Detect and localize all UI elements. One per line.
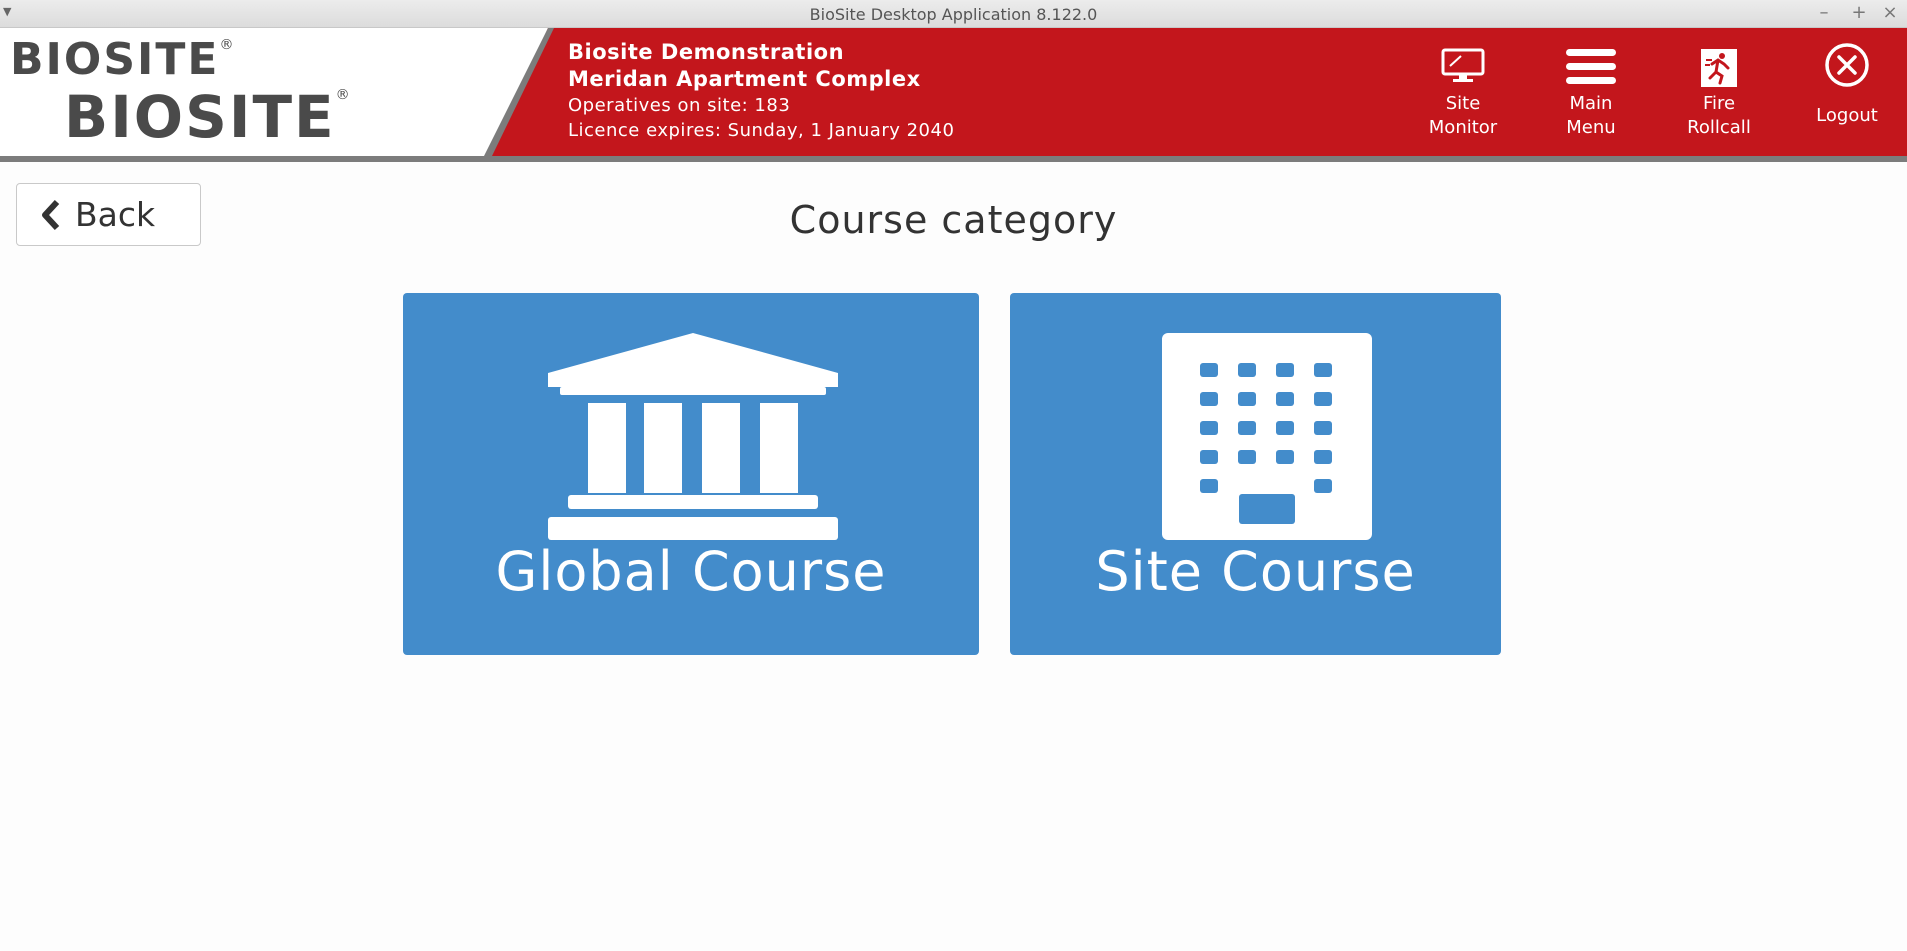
licence-expiry: Licence expires: Sunday, 1 January 2040 bbox=[568, 120, 955, 141]
site-course-tile[interactable]: Site Course bbox=[1010, 293, 1501, 655]
site-name: Meridan Apartment Complex bbox=[568, 67, 921, 91]
institution-icon bbox=[548, 333, 838, 540]
site-monitor-button[interactable]: Site Monitor bbox=[1408, 28, 1518, 156]
biosite-logo-small: BIOSITE® bbox=[10, 34, 234, 85]
global-course-tile[interactable]: Global Course bbox=[403, 293, 979, 655]
logo-panel: BIOSITE® BIOSITE® bbox=[0, 28, 548, 156]
minimize-button[interactable]: – bbox=[1813, 2, 1835, 23]
header-divider bbox=[484, 28, 554, 156]
building-icon bbox=[1162, 333, 1372, 540]
window-title: BioSite Desktop Application 8.122.0 bbox=[809, 5, 1098, 24]
global-course-label: Global Course bbox=[495, 540, 887, 603]
main-menu-button[interactable]: Main Menu bbox=[1536, 28, 1646, 156]
app-header: BIOSITE® BIOSITE® Biosite Demonstration … bbox=[0, 28, 1907, 162]
fire-rollcall-button[interactable]: Fire Rollcall bbox=[1664, 28, 1774, 156]
monitor-icon bbox=[1441, 48, 1485, 82]
operatives-count: Operatives on site: 183 bbox=[568, 95, 791, 116]
biosite-logo-large: BIOSITE® bbox=[64, 83, 350, 151]
hamburger-menu-icon bbox=[1566, 49, 1616, 84]
page-title: Course category bbox=[789, 198, 1118, 242]
close-window-button[interactable]: × bbox=[1879, 2, 1901, 23]
fire-exit-icon bbox=[1701, 49, 1737, 87]
window-title-bar: ▼ BioSite Desktop Application 8.122.0 – … bbox=[0, 0, 1907, 28]
close-circle-icon bbox=[1825, 43, 1869, 87]
maximize-button[interactable]: + bbox=[1848, 2, 1870, 23]
company-name: Biosite Demonstration bbox=[568, 40, 845, 64]
logout-button[interactable]: Logout bbox=[1792, 28, 1902, 156]
site-course-label: Site Course bbox=[1095, 540, 1416, 603]
site-info: Biosite Demonstration Meridan Apartment … bbox=[568, 39, 954, 143]
